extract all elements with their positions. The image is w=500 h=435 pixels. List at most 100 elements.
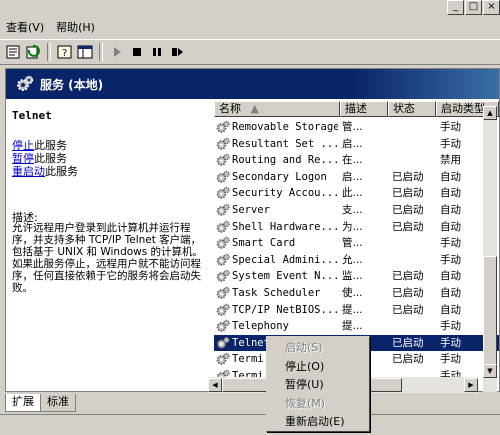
service-gear-icon bbox=[216, 153, 230, 167]
service-description-cell: 允... bbox=[342, 253, 363, 266]
restart-action-suffix: 此服务 bbox=[45, 165, 78, 178]
service-row[interactable]: Security Accou... 此... 已启动 自动 bbox=[214, 185, 499, 201]
restart-action: 重启动此服务 bbox=[12, 163, 78, 179]
start-service-icon[interactable] bbox=[108, 43, 126, 61]
service-row[interactable]: Task Scheduler 使... 已启动 自动 bbox=[214, 285, 499, 301]
service-row[interactable]: Server 支... 已启动 自动 bbox=[214, 202, 499, 218]
service-description-cell: 为... bbox=[342, 220, 363, 233]
menu-bar: 查看(V) 帮助(H) _ □ × bbox=[0, 0, 500, 38]
service-description-cell: 支... bbox=[342, 204, 363, 216]
scroll-down-icon[interactable]: ▼ bbox=[483, 364, 497, 378]
service-gear-icon bbox=[216, 269, 230, 283]
vertical-scrollbar[interactable]: ▲ ▼ bbox=[483, 106, 497, 392]
service-row[interactable]: Secondary Logon 启... 已启动 自动 bbox=[214, 169, 499, 185]
service-name-cell: Task Scheduler bbox=[232, 287, 321, 299]
service-status-cell: 已启动 bbox=[392, 303, 424, 316]
service-description-cell: 启... bbox=[342, 170, 363, 183]
service-row[interactable]: Special Admini... 允... 手动 bbox=[214, 252, 499, 268]
service-gear-icon bbox=[216, 352, 230, 366]
service-row[interactable]: Removable Storage 管... 手动 bbox=[214, 119, 499, 135]
service-name-cell: Security Accou... bbox=[232, 187, 338, 200]
service-gear-icon bbox=[216, 137, 230, 151]
service-status-cell: 已启动 bbox=[392, 353, 424, 366]
service-status-cell: 已启动 bbox=[392, 187, 424, 200]
scroll-up-icon[interactable]: ▲ bbox=[483, 106, 497, 120]
scroll-left-icon[interactable]: ◀ bbox=[208, 378, 222, 392]
column-header-name[interactable]: 名称 ▲ bbox=[214, 101, 340, 117]
service-description-cell: 提... bbox=[342, 303, 363, 316]
refresh-icon[interactable] bbox=[24, 43, 42, 61]
restart-service-icon[interactable] bbox=[168, 43, 186, 61]
page-title: 服务 (本地) bbox=[40, 78, 104, 92]
window-controls: _ □ × bbox=[447, 0, 500, 15]
service-gear-icon bbox=[216, 253, 230, 267]
menu-help[interactable]: 帮助(H) bbox=[50, 19, 101, 37]
menu-view[interactable]: 查看(V) bbox=[0, 19, 50, 37]
service-description-cell: 提... bbox=[342, 320, 363, 333]
show-hide-console-tree-icon[interactable] bbox=[76, 43, 94, 61]
service-gear-icon bbox=[216, 120, 230, 134]
service-name-cell: Shell Hardware... bbox=[232, 220, 338, 233]
service-name-cell: System Event N... bbox=[232, 270, 338, 283]
service-gear-icon bbox=[216, 170, 230, 184]
service-row[interactable]: Routing and Re... 在... 禁用 bbox=[214, 152, 499, 168]
service-status-cell: 已启动 bbox=[392, 287, 424, 299]
stop-service-icon[interactable] bbox=[128, 43, 146, 61]
service-details-pane: Telnet 停止此服务 暂停此服务 重启动此服务 描述: 允许远程用户登录到此… bbox=[6, 99, 211, 391]
service-name-cell: Server bbox=[232, 204, 270, 216]
restart-service-link[interactable]: 重启动 bbox=[12, 165, 45, 178]
service-description-cell: 在... bbox=[342, 154, 363, 167]
toolbar-separator bbox=[99, 43, 103, 61]
service-name-cell: Removable Storage bbox=[232, 121, 338, 133]
service-gear-icon bbox=[216, 286, 230, 300]
service-row[interactable]: Shell Hardware... 为... 已启动 自动 bbox=[214, 219, 499, 235]
properties-icon[interactable] bbox=[4, 43, 22, 61]
service-gear-icon bbox=[216, 236, 230, 250]
column-header-description[interactable]: 描述 bbox=[340, 101, 388, 117]
pause-service-icon[interactable] bbox=[148, 43, 166, 61]
service-name-cell: Smart Card bbox=[232, 237, 296, 250]
description-text: 允许远程用户登录到此计算机并运行程序，并支持多种 TCP/IP Telnet 客… bbox=[12, 222, 204, 294]
service-gear-icon bbox=[216, 319, 230, 333]
toolbar: ? bbox=[0, 39, 500, 65]
service-status-cell: 已启动 bbox=[392, 204, 424, 216]
tab-extended[interactable]: 扩展 bbox=[5, 394, 41, 412]
toolbar-separator bbox=[47, 43, 51, 61]
context-menu-item[interactable]: 停止(O) bbox=[269, 358, 367, 376]
services-console: 服务 (本地) Telnet 停止此服务 暂停此服务 重启动此服务 描述: 允许… bbox=[5, 68, 500, 392]
minimize-button[interactable]: _ bbox=[447, 0, 464, 15]
tab-standard[interactable]: 标准 bbox=[40, 394, 76, 412]
service-name-cell: TCP/IP NetBIOS... bbox=[232, 303, 338, 316]
service-row[interactable]: Resultant Set ... 启... 手动 bbox=[214, 136, 499, 152]
service-gear-icon bbox=[216, 336, 230, 350]
service-description-cell: 启... bbox=[342, 137, 363, 150]
close-button[interactable]: × bbox=[483, 0, 500, 15]
service-row[interactable]: Smart Card 管... 手动 bbox=[214, 235, 499, 251]
service-status-cell: 已启动 bbox=[392, 270, 424, 283]
context-menu-item: 启动(S) bbox=[285, 341, 323, 354]
service-description-cell: 此... bbox=[342, 187, 363, 200]
scroll-right-icon[interactable]: ▶ bbox=[464, 378, 478, 392]
view-tabs: 扩展 标准 bbox=[5, 394, 76, 412]
help-icon[interactable]: ? bbox=[56, 43, 74, 61]
service-row[interactable]: Telephony 提... 手动 bbox=[214, 318, 499, 334]
context-menu-item[interactable]: 暂停(U) bbox=[269, 376, 367, 394]
services-gear-icon bbox=[16, 75, 34, 93]
service-name-cell: Special Admini... bbox=[232, 253, 338, 266]
service-row[interactable]: System Event N... 监... 已启动 自动 bbox=[214, 268, 499, 284]
vertical-scroll-thumb[interactable] bbox=[483, 256, 497, 374]
service-gear-icon bbox=[216, 220, 230, 234]
context-menu: 启动(S) 停止(O) 暂停(U) 恢复(M) 重新启动(E) bbox=[266, 336, 370, 432]
menu-items: 查看(V) 帮助(H) bbox=[0, 19, 101, 37]
service-status-cell: 已启动 bbox=[392, 336, 424, 349]
svg-text:?: ? bbox=[62, 48, 67, 59]
service-name-cell: Routing and Re... bbox=[232, 154, 338, 167]
service-name-cell: Resultant Set ... bbox=[232, 137, 338, 150]
column-header-status[interactable]: 状态 bbox=[388, 101, 436, 117]
service-description-cell: 使... bbox=[342, 287, 363, 299]
service-row[interactable]: TCP/IP NetBIOS... 提... 已启动 自动 bbox=[214, 302, 499, 318]
maximize-button[interactable]: □ bbox=[465, 0, 482, 15]
service-status-cell: 已启动 bbox=[392, 170, 424, 183]
context-menu-item[interactable]: 重新启动(E) bbox=[269, 413, 367, 431]
service-description-cell: 管... bbox=[342, 237, 363, 250]
